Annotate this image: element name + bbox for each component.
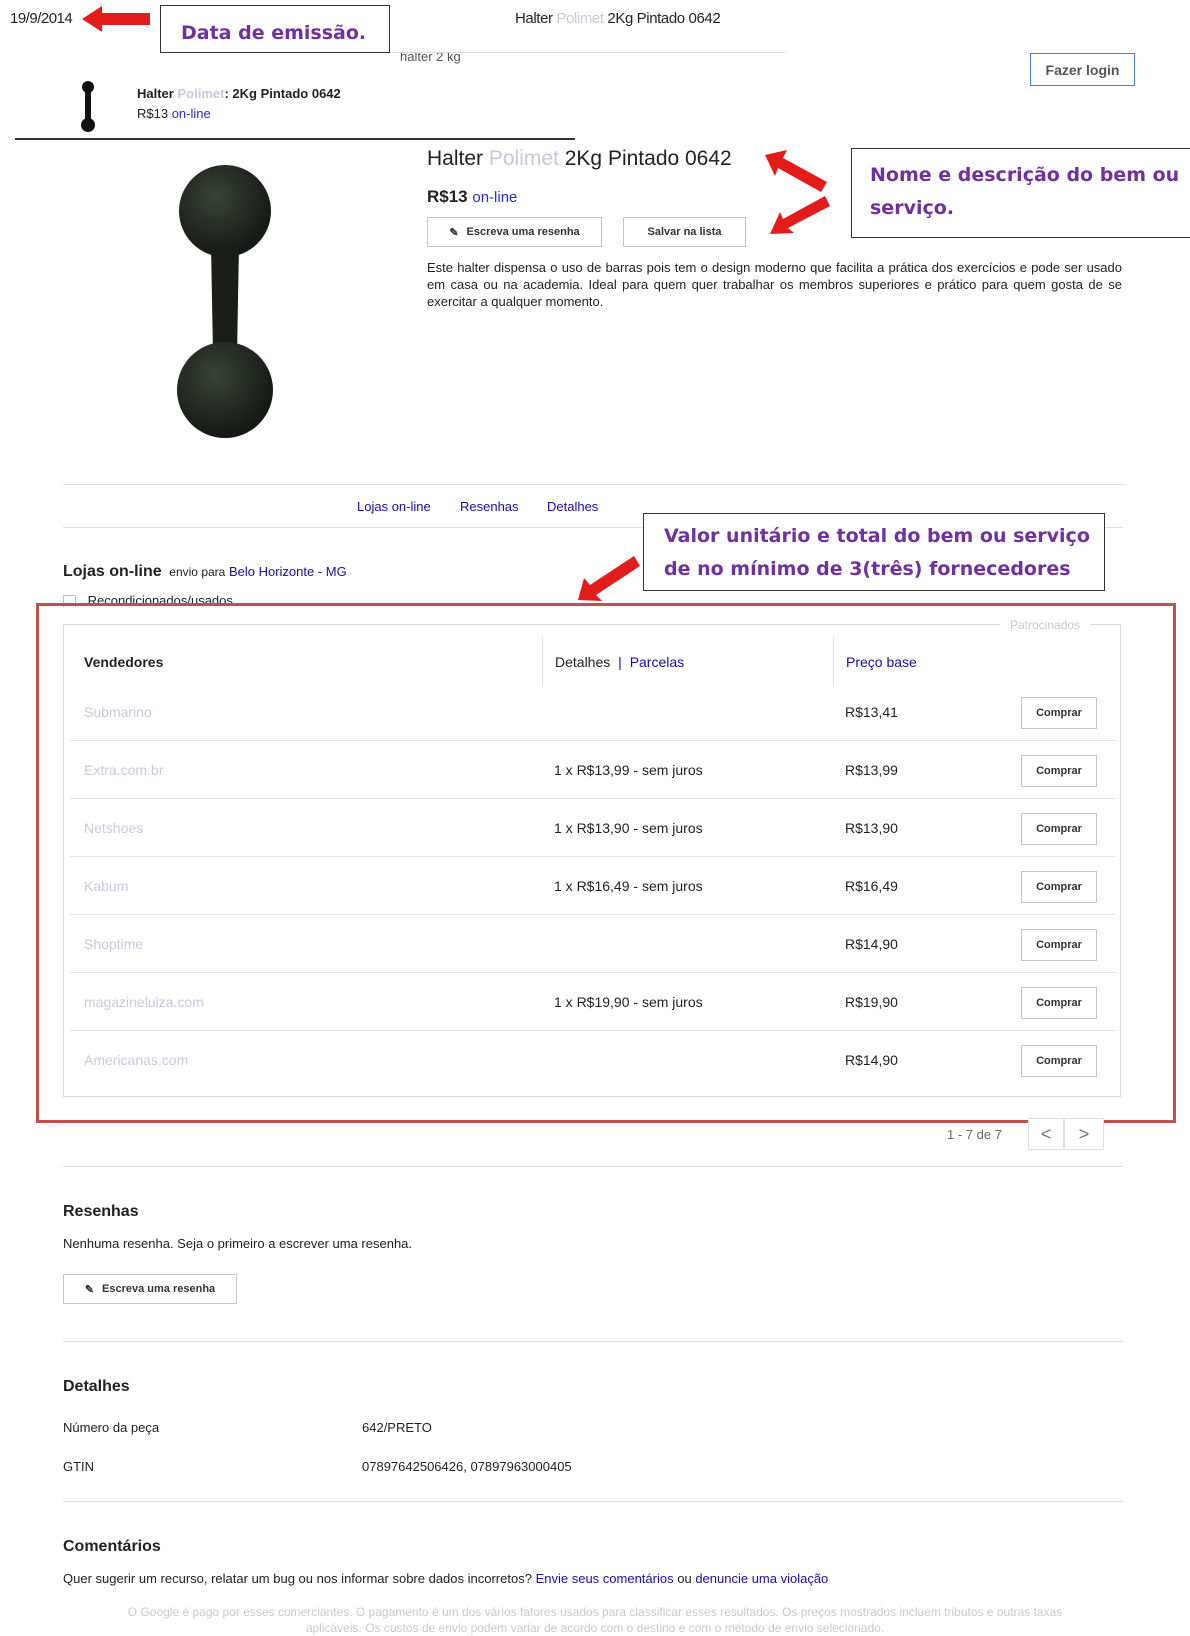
tab-stores[interactable]: Lojas on-line [357, 499, 431, 514]
detail-value: 07897642506426, 07897963000405 [362, 1459, 572, 1474]
pagination-text: 1 - 7 de 7 [947, 1127, 1002, 1142]
pencil-icon: ✎ [84, 1283, 95, 1296]
detail-label: Número da peça [63, 1420, 160, 1435]
comments-text: Quer sugerir um recurso, relatar um bug … [63, 1571, 829, 1586]
write-review-button-bottom[interactable]: ✎ Escreva uma resenha [63, 1274, 237, 1304]
details-heading: Detalhes [63, 1378, 130, 1395]
product-title: Halter Polimet 2Kg Pintado 0642 [427, 147, 732, 170]
stores-heading: Lojas on-line envio para Belo Horizonte … [63, 563, 347, 580]
header-title: Halter Polimet 2Kg Pintado 0642 [515, 10, 721, 27]
product-description: Este halter dispensa o uso de barras poi… [427, 260, 1122, 309]
divider [63, 484, 1123, 485]
stores-arrow-icon [578, 556, 640, 601]
date-arrow-icon [82, 6, 150, 32]
product-image [177, 165, 273, 438]
tab-reviews[interactable]: Resenhas [460, 499, 519, 514]
issue-date-callout: Data de emissão. [160, 5, 390, 53]
comments-heading: Comentários [63, 1538, 161, 1555]
title-arrow-icon [765, 150, 827, 192]
dumbbell-thumbnail-icon [81, 81, 95, 132]
next-page-button[interactable]: > [1064, 1118, 1104, 1150]
write-review-button[interactable]: ✎ Escreva uma resenha [427, 217, 602, 247]
login-button[interactable]: Fazer login [1030, 53, 1135, 86]
product-price: R$13 on-line [427, 187, 518, 206]
reviews-heading: Resenhas [63, 1203, 139, 1220]
suggestion-title: Halter Polimet: 2Kg Pintado 0642 [137, 86, 341, 101]
name-description-callout: Nome e descrição do bem ou serviço. [851, 148, 1190, 238]
suggestion-price: R$13 on-line [137, 106, 211, 121]
divider [63, 1501, 1123, 1502]
save-to-list-button[interactable]: Salvar na lista [623, 217, 746, 247]
feedback-link[interactable]: Envie seus comentários [536, 1571, 674, 1586]
value-callout: Valor unitário e total do bem ou serviço… [643, 513, 1105, 591]
report-violation-link[interactable]: denuncie uma violação [695, 1571, 828, 1586]
detail-label: GTIN [63, 1459, 95, 1474]
red-highlight-box [36, 603, 1176, 1123]
divider [63, 1166, 1123, 1167]
search-input[interactable]: halter 2 kg [390, 52, 785, 81]
tab-details[interactable]: Detalhes [547, 499, 598, 514]
save-arrow-icon [770, 196, 830, 234]
search-suggestion[interactable]: Halter Polimet: 2Kg Pintado 0642 R$13 on… [15, 80, 575, 140]
issue-date: 19/9/2014 [10, 10, 73, 27]
pencil-icon: ✎ [449, 226, 459, 239]
footer-disclaimer: O Google é pago por esses comerciantes. … [127, 1605, 1063, 1635]
ship-location-link[interactable]: Belo Horizonte - MG [229, 564, 347, 579]
reviews-empty-text: Nenhuma resenha. Seja o primeiro a escre… [63, 1236, 413, 1251]
divider [63, 1341, 1123, 1342]
prev-page-button[interactable]: < [1028, 1118, 1064, 1150]
detail-value: 642/PRETO [362, 1420, 432, 1435]
